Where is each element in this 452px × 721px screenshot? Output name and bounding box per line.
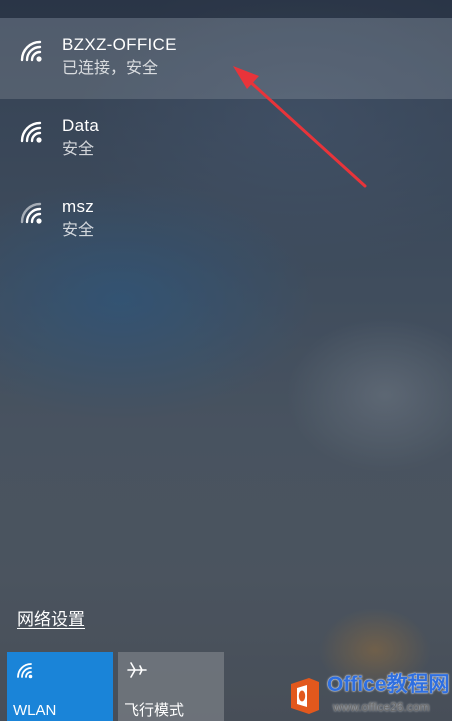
wifi-icon xyxy=(18,119,48,145)
network-status: 安全 xyxy=(62,141,95,158)
network-flyout: BZXZ-OFFICE 已连接，安全 Data 安全 msz 安全 网络设置 W… xyxy=(0,0,452,721)
wifi-icon xyxy=(15,660,37,680)
airplane-mode-label: 飞行模式 xyxy=(124,702,185,719)
network-name: Data xyxy=(62,116,100,135)
office-logo-icon xyxy=(287,676,323,716)
network-status: 安全 xyxy=(62,222,95,239)
network-settings-link[interactable]: 网络设置 xyxy=(17,608,85,632)
wifi-icon xyxy=(18,38,48,64)
network-name: BZXZ-OFFICE xyxy=(62,35,177,54)
wifi-icon xyxy=(18,200,48,226)
airplane-mode-tile[interactable]: 飞行模式 xyxy=(118,652,224,721)
watermark-url: www.office26.com xyxy=(333,700,430,714)
wlan-toggle-tile[interactable]: WLAN xyxy=(7,652,113,721)
network-name: msz xyxy=(62,197,95,216)
network-item-data[interactable]: Data 安全 xyxy=(0,99,452,180)
network-item-bzxz-office[interactable]: BZXZ-OFFICE 已连接，安全 xyxy=(0,18,452,99)
network-status: 已连接，安全 xyxy=(62,60,159,77)
flyout-top-edge xyxy=(0,0,452,18)
watermark-title: Office教程网 xyxy=(327,673,450,696)
watermark: Office教程网 www.office26.com xyxy=(287,672,452,718)
network-item-msz[interactable]: msz 安全 xyxy=(0,180,452,261)
wlan-label: WLAN xyxy=(13,702,57,719)
airplane-icon xyxy=(126,660,148,680)
network-list: BZXZ-OFFICE 已连接，安全 Data 安全 msz 安全 xyxy=(0,18,452,261)
